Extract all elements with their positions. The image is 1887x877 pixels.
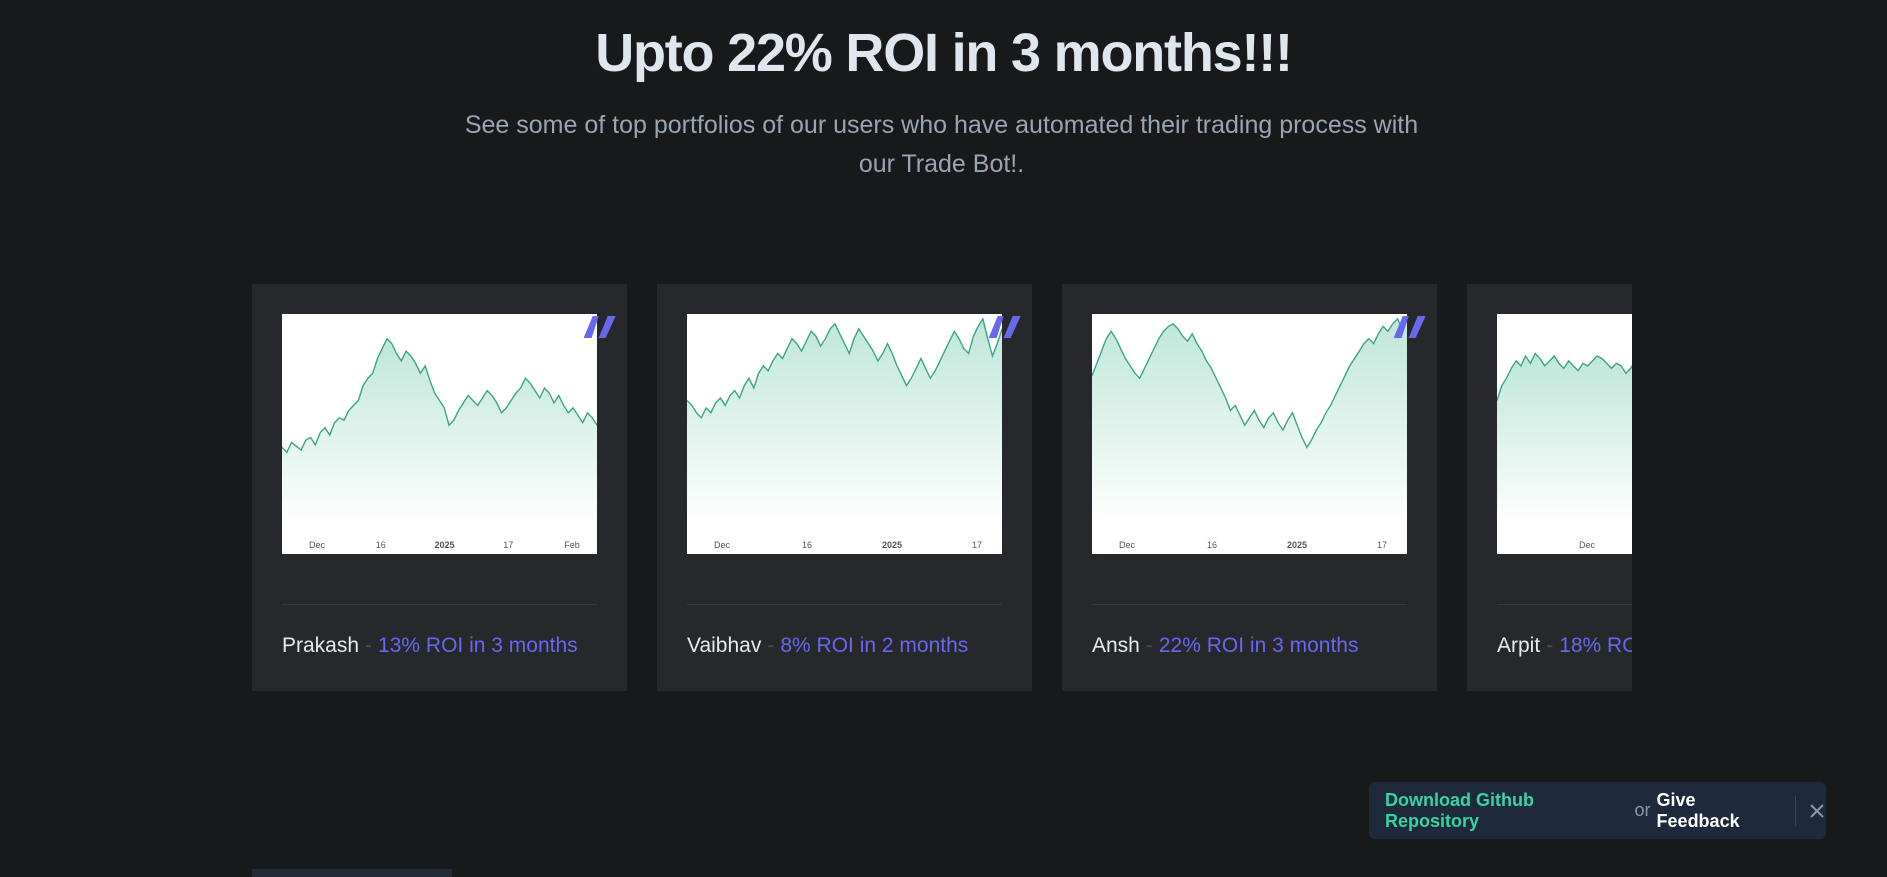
roi-text: 13% ROI in 3 months — [378, 634, 578, 657]
caption-separator: - — [1546, 634, 1554, 657]
chart-axis-label: 16 — [802, 540, 812, 550]
portfolio-chart-svg: Dec — [1497, 352, 1632, 550]
caption-separator: - — [1145, 634, 1153, 657]
chart-axis-label: Dec — [309, 540, 326, 550]
roi-text: 22% ROI in 3 months — [1158, 634, 1359, 657]
chart-axis-label: 2025 — [434, 540, 454, 550]
chart-axis-label: Dec — [1579, 540, 1596, 550]
quote-icon — [1393, 316, 1426, 338]
card-caption: Vaibhav -8% ROI in 2 months — [687, 634, 968, 658]
chart-axis-label: Dec — [714, 540, 731, 550]
hero-subtitle: See some of top portfolios of our users … — [464, 111, 1419, 178]
chart-axis-label: 17 — [972, 540, 982, 550]
chart-area — [687, 318, 1002, 524]
portfolio-card[interactable]: Dec Arpit-18% ROI in 3 months — [1467, 284, 1632, 691]
roi-text: 18% ROI in 3 months — [1559, 634, 1632, 657]
bottom-nav-fragment — [252, 869, 452, 877]
roi-text: 8% ROI in 2 months — [780, 634, 969, 657]
card-divider — [687, 604, 1002, 605]
portfolio-card[interactable]: Dec 16 2025 17 Feb Prakash -13% ROI in 3 mont… — [252, 284, 627, 691]
quote-icon — [583, 316, 616, 338]
chart-axis-label: 16 — [376, 540, 386, 550]
card-caption: Ansh -22% ROI in 3 months — [1092, 634, 1358, 658]
portfolio-chart-svg: Dec 16 2025 17 — [1092, 317, 1407, 550]
portfolio-card[interactable]: Dec 16 2025 17 Ansh -22% ROI in 3 months — [1062, 284, 1437, 691]
portfolio-carousel[interactable]: Dec 16 2025 17 Feb Prakash -13% ROI in 3 mont… — [252, 284, 1632, 691]
card-divider — [282, 604, 597, 605]
portfolio-chart-svg: Dec 16 2025 17 Feb — [282, 337, 597, 550]
portfolio-chart: Dec — [1497, 314, 1632, 554]
card-caption: Prakash -13% ROI in 3 months — [282, 634, 578, 658]
portfolio-chart: Dec 16 2025 17 — [1092, 314, 1407, 554]
chart-axis-label: 2025 — [882, 540, 902, 550]
chart-area — [1497, 353, 1632, 524]
portfolio-chart: Dec 16 2025 17 — [687, 314, 1002, 554]
portfolio-chart-svg: Dec 16 2025 17 — [687, 317, 1002, 550]
close-icon — [1810, 803, 1824, 818]
chart-axis-label: 17 — [503, 540, 513, 550]
card-divider — [1092, 604, 1407, 605]
quote-icon — [988, 316, 1021, 338]
caption-separator: - — [365, 634, 373, 657]
card-caption: Arpit-18% ROI in 3 months — [1497, 634, 1632, 658]
toast-or-text: or — [1634, 800, 1651, 820]
user-name: Prakash — [282, 634, 360, 657]
feedback-toast: Download Github Repository or Give Feedb… — [1369, 782, 1826, 839]
portfolio-chart: Dec 16 2025 17 Feb — [282, 314, 597, 554]
chart-area — [282, 338, 597, 524]
user-name: Vaibhav — [687, 634, 762, 657]
chart-axis-label: 2025 — [1287, 540, 1307, 550]
chart-axis-label: Feb — [564, 540, 580, 550]
give-feedback-link[interactable]: Give Feedback — [1657, 790, 1782, 832]
card-divider — [1497, 604, 1632, 605]
user-name: Ansh — [1092, 634, 1140, 657]
user-name: Arpit — [1497, 634, 1541, 657]
caption-separator: - — [767, 634, 775, 657]
close-toast-button[interactable] — [1808, 802, 1826, 820]
portfolio-card[interactable]: Dec 16 2025 17 Vaibhav -8% ROI in 2 months — [657, 284, 1032, 691]
hero-title: Upto 22% ROI in 3 months!!! — [595, 23, 1293, 83]
toast-divider — [1795, 795, 1797, 826]
download-github-link[interactable]: Download Github Repository — [1385, 790, 1629, 832]
chart-axis-label: Dec — [1119, 540, 1136, 550]
chart-axis-label: 17 — [1377, 540, 1387, 550]
chart-axis-label: 16 — [1207, 540, 1217, 550]
